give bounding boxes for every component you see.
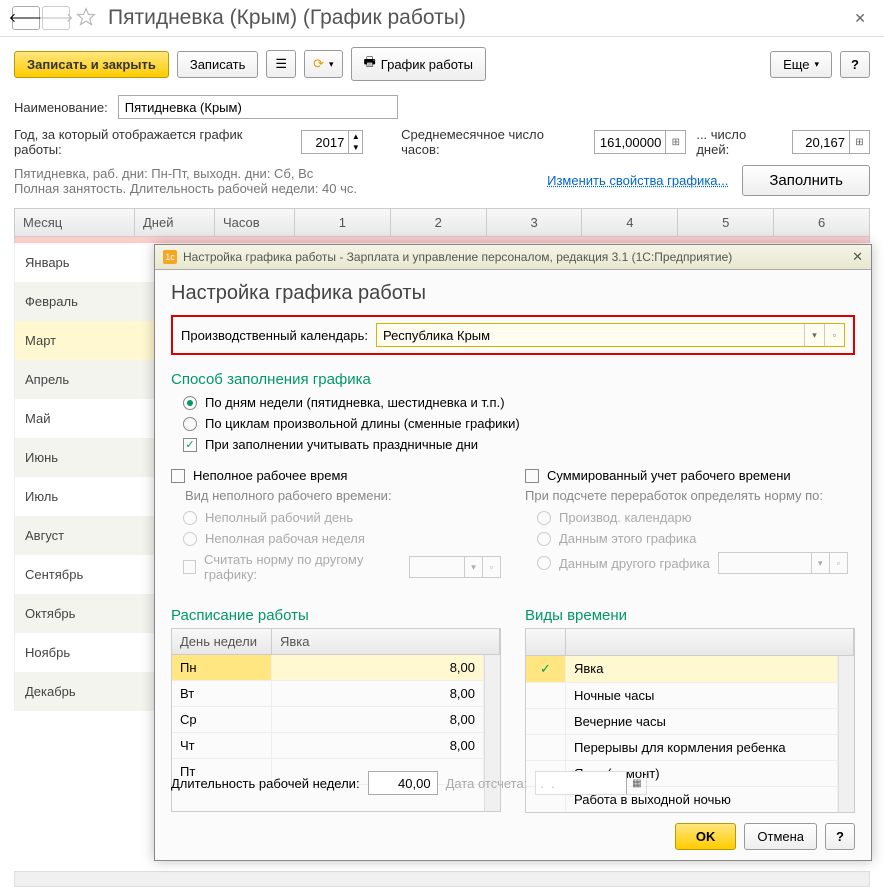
cancel-button[interactable]: Отмена bbox=[744, 823, 817, 850]
close-window-icon[interactable]: ✕ bbox=[848, 8, 872, 29]
parttime-week-radio: Неполная рабочая неделя bbox=[171, 528, 501, 549]
edit-properties-link[interactable]: Изменить свойства графика... bbox=[547, 173, 728, 188]
dropdown-icon: ▾ bbox=[815, 59, 820, 70]
nav-forward[interactable]: 🡒 bbox=[42, 6, 70, 30]
checkbox-icon bbox=[171, 469, 185, 483]
save-close-button[interactable]: Записать и закрыть bbox=[14, 51, 169, 78]
avg-hours-field[interactable]: ⊞ bbox=[594, 130, 686, 154]
overtime-label: При подсчете переработок определять норм… bbox=[525, 486, 855, 507]
settings-dialog: 1c Настройка графика работы - Зарплата и… bbox=[154, 244, 872, 861]
method-weekdays-radio[interactable]: По дням недели (пятидневка, шестидневка … bbox=[171, 392, 855, 413]
sync-icon: ⟳ bbox=[313, 56, 324, 72]
radio-icon bbox=[183, 396, 197, 410]
start-date-input: ▦ bbox=[535, 771, 647, 795]
calendar-label: Производственный календарь: bbox=[181, 328, 368, 343]
calculator-icon[interactable]: ⊞ bbox=[849, 131, 869, 153]
dropdown-icon: ▾ bbox=[811, 553, 829, 573]
schedule-row[interactable]: Чт8,00 bbox=[172, 733, 484, 759]
days-label: ... число дней: bbox=[696, 127, 782, 157]
year-label: Год, за который отображается график рабо… bbox=[14, 127, 291, 157]
schedule-row[interactable]: Вт8,00 bbox=[172, 681, 484, 707]
type-row[interactable]: Вечерние часы bbox=[526, 709, 838, 735]
open-icon: ▫ bbox=[482, 557, 500, 577]
method-heading: Способ заполнения графика bbox=[171, 371, 855, 388]
checkbox-icon: ✓ bbox=[183, 438, 197, 452]
radio-icon bbox=[537, 532, 551, 546]
printer-icon: 🖶 bbox=[364, 53, 376, 75]
combo-dropdown-icon[interactable]: ▾ bbox=[804, 324, 824, 346]
parttime-checkbox[interactable]: Неполное рабочее время bbox=[171, 465, 501, 486]
checkbox-icon bbox=[183, 560, 196, 574]
open-icon: ▫ bbox=[829, 553, 847, 573]
type-row[interactable]: Перерывы для кормления ребенка bbox=[526, 735, 838, 761]
app-icon: 1c bbox=[163, 250, 177, 264]
schedule-heading: Расписание работы bbox=[171, 607, 501, 624]
fill-button[interactable]: Заполнить bbox=[742, 165, 870, 196]
radio-icon bbox=[537, 556, 551, 570]
calculator-icon[interactable]: ⊞ bbox=[665, 131, 685, 153]
type-row[interactable]: ✓Явка bbox=[526, 656, 838, 683]
dialog-title: Настройка графика работы - Зарплата и уп… bbox=[183, 250, 732, 264]
overtime-other-radio: Данным другого графика ▾▫ bbox=[525, 549, 855, 577]
overtime-this-radio: Данным этого графика bbox=[525, 528, 855, 549]
holidays-checkbox[interactable]: ✓ При заполнении учитывать праздничные д… bbox=[171, 434, 855, 455]
list-icon: ☰ bbox=[275, 56, 287, 72]
radio-icon bbox=[183, 532, 197, 546]
name-input[interactable] bbox=[118, 95, 398, 119]
spin-down-icon[interactable]: ▼ bbox=[348, 142, 362, 153]
week-length-label: Длительность рабочей недели: bbox=[171, 776, 360, 791]
radio-icon bbox=[183, 511, 197, 525]
help-button[interactable]: ? bbox=[840, 51, 870, 78]
name-label: Наименование: bbox=[14, 100, 108, 115]
parttime-kind-label: Вид неполного рабочего времени: bbox=[171, 486, 501, 507]
dropdown-icon: ▾ bbox=[464, 557, 482, 577]
horizontal-scrollbar[interactable] bbox=[14, 871, 870, 887]
dialog-help-button[interactable]: ? bbox=[825, 823, 855, 850]
grid-header: Месяц Дней Часов 1 2 3 4 5 6 bbox=[14, 208, 870, 237]
avg-hours-label: Среднемесячное число часов: bbox=[401, 127, 584, 157]
week-length-input[interactable] bbox=[368, 771, 438, 795]
parttime-other-check: Считать норму по другому графику: ▾▫ bbox=[171, 549, 501, 585]
desc-line1: Пятидневка, раб. дни: Пн-Пт, выходн. дни… bbox=[14, 166, 357, 181]
method-cycles-radio[interactable]: По циклам произвольной длины (сменные гр… bbox=[171, 413, 855, 434]
spin-up-icon[interactable]: ▲ bbox=[348, 131, 362, 142]
schedule-row[interactable]: Пн8,00 bbox=[172, 655, 484, 681]
page-title: Пятидневка (Крым) (График работы) bbox=[108, 6, 466, 30]
radio-icon bbox=[537, 511, 551, 525]
year-spinner[interactable]: ▲▼ bbox=[301, 130, 363, 154]
other-schedule-combo: ▾▫ bbox=[409, 556, 501, 578]
days-field[interactable]: ⊞ bbox=[792, 130, 870, 154]
combo-open-icon[interactable]: ▫ bbox=[824, 324, 844, 346]
schedule-row[interactable]: Ср8,00 bbox=[172, 707, 484, 733]
types-heading: Виды времени bbox=[525, 607, 855, 624]
calendar-selection-box: Производственный календарь: ▾ ▫ bbox=[171, 315, 855, 355]
parttime-day-radio: Неполный рабочий день bbox=[171, 507, 501, 528]
overtime-other-combo: ▾▫ bbox=[718, 552, 848, 574]
summed-checkbox[interactable]: Суммированный учет рабочего времени bbox=[525, 465, 855, 486]
more-button[interactable]: Еще ▾ bbox=[770, 51, 832, 78]
start-date-label: Дата отсчета: bbox=[446, 776, 528, 791]
print-schedule-button[interactable]: 🖶 График работы bbox=[351, 47, 486, 81]
calendar-combo[interactable]: ▾ ▫ bbox=[376, 323, 845, 347]
save-button[interactable]: Записать bbox=[177, 51, 259, 78]
calendar-icon: ▦ bbox=[626, 772, 646, 794]
type-row[interactable]: Ночные часы bbox=[526, 683, 838, 709]
favorite-star-icon[interactable] bbox=[76, 7, 98, 29]
overtime-cal-radio: Производ. календарю bbox=[525, 507, 855, 528]
radio-icon bbox=[183, 417, 197, 431]
dialog-heading: Настройка графика работы bbox=[171, 282, 855, 305]
dropdown-icon: ▾ bbox=[329, 59, 334, 70]
checkbox-icon bbox=[525, 469, 539, 483]
ok-button[interactable]: OK bbox=[675, 823, 737, 850]
list-view-button[interactable]: ☰ bbox=[266, 50, 296, 78]
desc-line2: Полная занятость. Длительность рабочей н… bbox=[14, 181, 357, 196]
sync-button[interactable]: ⟳ ▾ bbox=[304, 50, 342, 78]
nav-back[interactable]: 🡐 bbox=[12, 6, 40, 30]
dialog-close-icon[interactable]: ✕ bbox=[852, 249, 863, 265]
